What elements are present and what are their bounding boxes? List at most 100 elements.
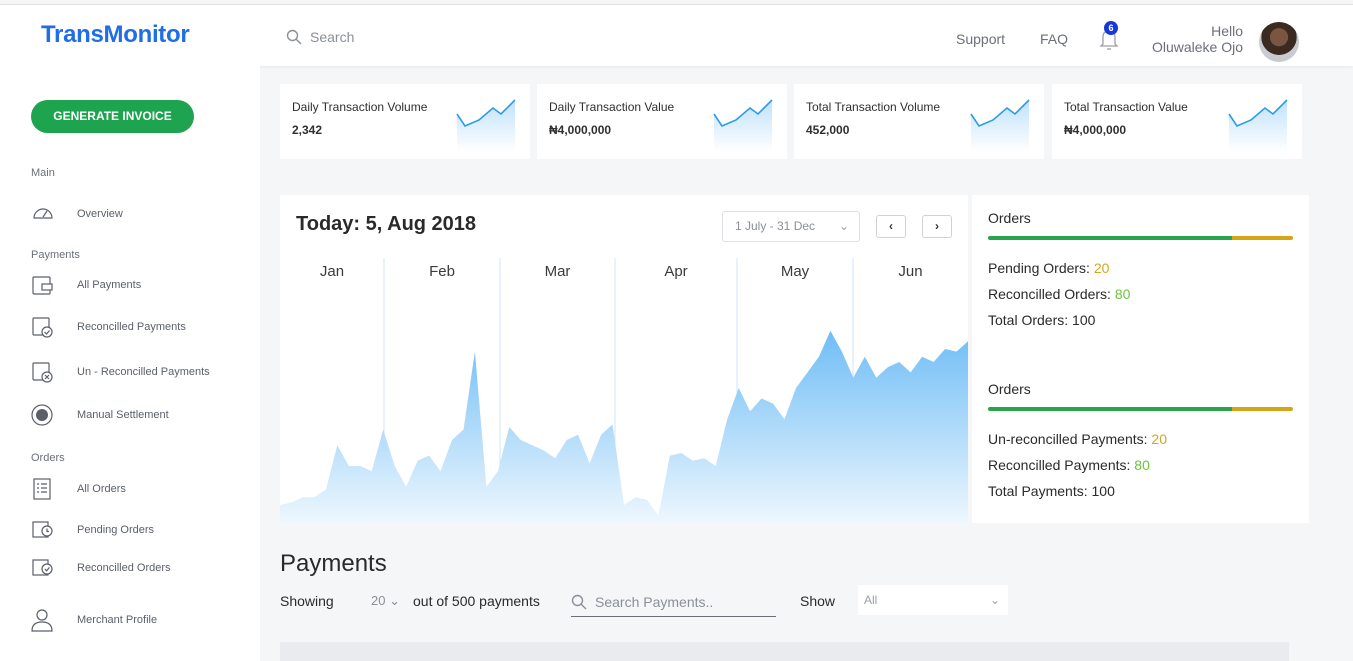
user-name[interactable]: Oluwaleke Ojo (1152, 39, 1243, 55)
page-size-select[interactable]: 20 ⌄ (371, 593, 400, 609)
sidebar-item-label: All Orders (77, 483, 126, 495)
kpi-title: Daily Transaction Value (549, 100, 675, 114)
sparkline-icon (970, 99, 1030, 152)
orders-title-2: Orders (988, 381, 1031, 397)
prev-button[interactable]: ‹ (876, 215, 906, 238)
show-filter-select[interactable]: All ⌄ (858, 585, 1008, 615)
orders-title: Orders (988, 210, 1031, 226)
date-range-select[interactable]: 1 July - 31 Dec ⌄ (722, 211, 860, 242)
payments-progress-bar (988, 407, 1293, 411)
orders-icon (33, 478, 51, 500)
month-label: Mar (545, 263, 571, 280)
next-button[interactable]: › (922, 215, 952, 238)
sidebar-item-label: Un - Reconcilled Payments (77, 366, 210, 378)
avatar[interactable] (1259, 22, 1299, 62)
global-search[interactable]: Search (286, 29, 354, 45)
sidebar-item-unreconciled-payments[interactable]: Un - Reconcilled Payments (31, 360, 210, 384)
kpi-title: Daily Transaction Volume (292, 100, 428, 114)
search-icon (286, 29, 302, 45)
payments-table-header (280, 642, 1289, 661)
kpi-title: Total Transaction Value (1064, 100, 1188, 114)
section-label-main: Main (31, 167, 55, 179)
chevron-down-icon: ⌄ (389, 593, 400, 608)
payments-count: out of 500 payments (413, 593, 540, 609)
pending-orders-line: Pending Orders: 20 (988, 260, 1110, 276)
sidebar-item-manual-settlement[interactable]: Manual Settlement (31, 403, 169, 427)
brand-logo[interactable]: TransMonitor (41, 21, 190, 49)
transactions-chart-panel: Today: 5, Aug 2018 1 July - 31 Dec ⌄ ‹ ›… (280, 195, 968, 523)
sidebar-item-reconciled-payments[interactable]: Reconcilled Payments (31, 315, 186, 339)
chevron-down-icon: ⌄ (989, 593, 1000, 607)
reconciled-orders-icon (32, 559, 53, 576)
orders-summary-panel: Orders Pending Orders: 20 Reconcilled Or… (972, 195, 1309, 523)
sidebar-item-pending-orders[interactable]: Pending Orders (31, 518, 154, 542)
bar-reconciled (988, 407, 1232, 411)
gauge-icon (33, 208, 53, 219)
showing-label: Showing (280, 593, 334, 609)
top-bar: TransMonitor Search Support FAQ 6 Hello … (0, 4, 1353, 66)
bar-reconciled (988, 236, 1232, 240)
kpi-title: Total Transaction Volume (806, 100, 941, 114)
sparkline-icon (713, 99, 773, 152)
support-link[interactable]: Support (956, 31, 1005, 47)
bar-pending (1232, 236, 1293, 240)
kpi-card-total-value: Total Transaction Value ₦4,000,000 (1052, 84, 1302, 159)
user-icon (31, 609, 53, 632)
kpi-card-daily-volume: Daily Transaction Volume 2,342 (280, 84, 530, 159)
payments-icon (32, 276, 53, 295)
month-label: Jun (898, 263, 922, 280)
sidebar-item-all-payments[interactable]: All Payments (31, 273, 141, 297)
sidebar-item-label: All Payments (77, 279, 142, 291)
user-greeting: Hello Oluwaleke Ojo (1152, 23, 1243, 55)
section-label-payments: Payments (31, 249, 80, 261)
faq-link[interactable]: FAQ (1040, 31, 1068, 47)
unreconciled-payments-line: Un-reconcilled Payments: 20 (988, 431, 1167, 447)
reconciled-payments-icon (32, 317, 53, 338)
kpi-value: ₦4,000,000 (549, 123, 612, 137)
section-label-orders: Orders (31, 452, 65, 464)
search-placeholder[interactable]: Search (310, 29, 354, 45)
date-range-value: 1 July - 31 Dec (735, 219, 816, 233)
kpi-card-total-volume: Total Transaction Volume 452,000 (794, 84, 1044, 159)
month-label: Feb (429, 263, 455, 280)
total-orders-line: Total Orders: 100 (988, 312, 1096, 328)
sidebar-item-label: Reconcilled Orders (77, 562, 171, 574)
sidebar-item-overview[interactable]: Overview (31, 202, 123, 226)
sidebar-item-merchant-profile[interactable]: Merchant Profile (31, 608, 157, 632)
area-series (280, 330, 968, 523)
month-label: May (781, 263, 810, 280)
payments-search-placeholder: Search Payments.. (595, 594, 714, 610)
sidebar-item-reconciled-orders[interactable]: Reconcilled Orders (31, 556, 171, 580)
generate-invoice-button[interactable]: GENERATE INVOICE (31, 100, 194, 133)
sidebar-item-label: Manual Settlement (77, 409, 169, 421)
search-icon (571, 594, 587, 610)
bar-unreconciled (1232, 407, 1293, 411)
unreconciled-payments-icon (32, 362, 53, 383)
payments-title: Payments (280, 550, 387, 577)
sidebar-item-all-orders[interactable]: All Orders (31, 477, 126, 501)
month-label: Jan (320, 263, 344, 280)
month-label: Apr (664, 263, 687, 280)
reconciled-payments-line: Reconcilled Payments: 80 (988, 457, 1150, 473)
sidebar-item-label: Overview (77, 208, 123, 220)
kpi-value: 2,342 (292, 123, 323, 137)
sidebar: GENERATE INVOICE Main Overview Payments … (0, 66, 260, 661)
reconciled-orders-line: Reconcilled Orders: 80 (988, 286, 1131, 302)
sidebar-item-label: Reconcilled Payments (77, 321, 186, 333)
show-filter-value: All (864, 593, 878, 607)
today-date: Today: 5, Aug 2018 (296, 213, 477, 235)
kpi-value: ₦4,000,000 (1064, 123, 1127, 137)
kpi-value: 452,000 (806, 123, 850, 137)
sidebar-item-label: Pending Orders (77, 524, 155, 536)
radio-icon (31, 404, 53, 426)
sparkline-icon (456, 99, 516, 152)
show-label: Show (800, 593, 836, 609)
orders-progress-bar (988, 236, 1293, 240)
greeting-text: Hello (1211, 23, 1243, 39)
pending-orders-icon (32, 521, 53, 538)
transactions-area-chart: Jan Feb Mar Apr May Jun (280, 258, 968, 523)
total-payments-line: Total Payments: 100 (988, 483, 1115, 499)
chevron-down-icon: ⌄ (838, 219, 849, 233)
kpi-card-daily-value: Daily Transaction Value ₦4,000,000 (537, 84, 787, 159)
payments-search-input[interactable]: Search Payments.. (571, 588, 776, 617)
